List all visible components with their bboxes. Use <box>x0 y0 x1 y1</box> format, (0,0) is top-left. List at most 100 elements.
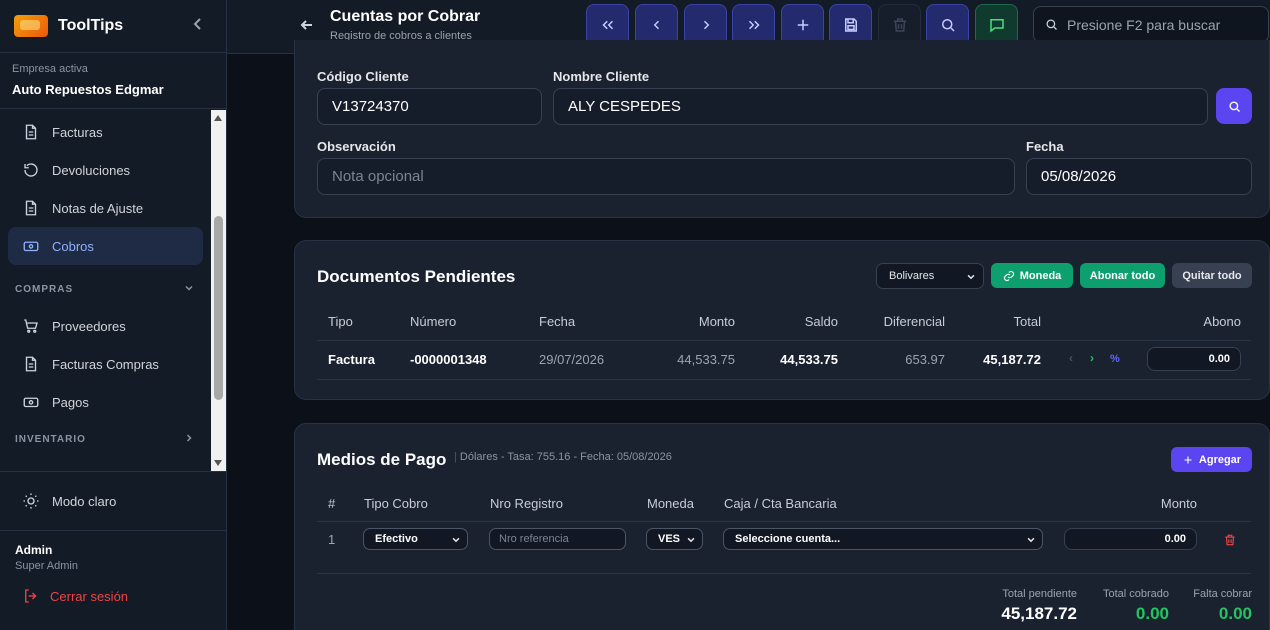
sidebar-item-label: Devoluciones <box>52 162 131 178</box>
sidebar-footer: Modo claro Admin Super Admin Cerrar sesi… <box>0 471 226 605</box>
client-name-input[interactable]: ALY CESPEDES <box>553 88 1208 125</box>
sidebar-item-devoluciones[interactable]: Devoluciones <box>8 151 203 189</box>
scroll-down-arrow-icon[interactable] <box>214 460 222 466</box>
payment-methods-panel: Medios de Pago | Dólares - Tasa: 755.16 … <box>294 423 1270 630</box>
moneda-button[interactable]: Moneda <box>991 263 1073 288</box>
client-search-button[interactable] <box>1216 88 1252 124</box>
observation-input[interactable]: Nota opcional <box>317 158 1015 195</box>
add-payment-button[interactable]: Agregar <box>1171 447 1252 472</box>
theme-toggle[interactable]: Modo claro <box>0 471 226 531</box>
section-label: COMPRAS <box>15 283 74 295</box>
nro-registro-input[interactable]: Nro referencia <box>489 528 626 550</box>
delete-payment-button[interactable] <box>1223 533 1237 547</box>
sidebar-item-cobros[interactable]: Cobros <box>8 227 203 265</box>
date-label: Fecha <box>1026 139 1064 154</box>
caja-select[interactable]: Seleccione cuenta... <box>723 528 1043 550</box>
monto-input[interactable]: 0.00 <box>1064 528 1197 550</box>
sidebar-item-pagos[interactable]: Pagos <box>8 383 203 421</box>
user-role: Super Admin <box>15 560 78 572</box>
client-form-panel: Código Cliente V13724370 Nombre Cliente … <box>294 40 1270 218</box>
col-header-numero: Número <box>410 314 457 329</box>
abono-input[interactable]: 0.00 <box>1147 347 1241 371</box>
logout-label: Cerrar sesión <box>50 588 129 604</box>
sidebar-section-inventario[interactable]: INVENTARIO <box>0 421 211 457</box>
abonar-todo-button[interactable]: Abonar todo <box>1080 263 1165 288</box>
logout-button[interactable]: Cerrar sesión <box>0 587 226 605</box>
sidebar-item-proveedores[interactable]: Proveedores <box>8 307 203 345</box>
payment-methods-title: Medios de Pago <box>317 450 447 469</box>
col-header-diferencial: Diferencial <box>883 314 945 329</box>
sidebar-item-label: Facturas <box>52 124 103 140</box>
global-search[interactable] <box>1033 6 1269 43</box>
sidebar-item-label: Facturas Compras <box>52 356 159 372</box>
company-label: Empresa activa <box>12 63 88 75</box>
back-button[interactable] <box>299 17 315 33</box>
sidebar-scrollbar[interactable] <box>211 110 226 471</box>
scroll-up-arrow-icon[interactable] <box>214 115 222 121</box>
increase-abono-button[interactable]: › <box>1090 351 1094 365</box>
client-code-input[interactable]: V13724370 <box>317 88 542 125</box>
sun-icon <box>23 493 39 509</box>
col-header-tipo-cobro: Tipo Cobro <box>364 496 428 511</box>
cell-numero: -0000001348 <box>410 352 487 367</box>
scrollbar-thumb[interactable] <box>214 216 223 400</box>
quitar-todo-button[interactable]: Quitar todo <box>1172 263 1252 288</box>
section-label: INVENTARIO <box>15 433 86 445</box>
date-input[interactable]: 05/08/2026 <box>1026 158 1252 195</box>
user-info: Admin Super Admin <box>0 531 226 581</box>
table-divider <box>317 379 1251 380</box>
sidebar-item-facturas[interactable]: Facturas <box>8 113 203 151</box>
sidebar-item-label: Notas de Ajuste <box>52 200 144 216</box>
col-header-moneda: Moneda <box>647 496 694 511</box>
moneda-button-label: Moneda <box>1019 269 1062 282</box>
chevron-down-icon <box>1027 537 1035 543</box>
percent-abono-button[interactable]: % <box>1110 353 1120 365</box>
add-payment-label: Agregar <box>1198 453 1242 466</box>
plus-icon <box>797 19 808 31</box>
col-header-saldo: Saldo <box>804 314 838 329</box>
currency-select[interactable]: Bolivares <box>876 263 984 289</box>
collapse-sidebar-icon[interactable] <box>190 14 206 34</box>
cell-tipo: Factura <box>328 352 375 367</box>
search-icon <box>1228 100 1240 112</box>
search-icon <box>1046 19 1057 30</box>
total-pendiente-value: 45,187.72 <box>1001 604 1077 623</box>
table-divider <box>317 340 1251 341</box>
moneda-value: VES <box>658 533 681 545</box>
user-name: Admin <box>15 543 53 557</box>
chevron-down-icon <box>967 274 975 280</box>
tipo-cobro-select[interactable]: Efectivo <box>363 528 468 550</box>
logout-icon <box>25 589 37 603</box>
exchange-rate-info: | Dólares - Tasa: 755.16 - Fecha: 05/08/… <box>454 451 672 463</box>
page-title: Cuentas por Cobrar <box>330 8 481 25</box>
chevron-right-icon <box>703 20 709 30</box>
plus-icon <box>1184 456 1192 463</box>
cell-diferencial: 653.97 <box>905 352 945 367</box>
arrow-left-icon <box>300 20 312 30</box>
observation-label: Observación <box>317 139 396 154</box>
sidebar-item-label: Cobros <box>52 238 94 254</box>
col-header-nro-registro: Nro Registro <box>490 496 563 511</box>
banknote-icon <box>23 397 39 408</box>
table-divider <box>317 573 1251 574</box>
search-input[interactable] <box>1067 16 1247 33</box>
chevron-right-icon <box>186 434 192 442</box>
pending-documents-panel: Documentos Pendientes Bolivares Moneda A… <box>294 240 1270 400</box>
chevron-down-icon <box>687 537 695 543</box>
banknote-icon <box>23 241 39 252</box>
col-header-number: # <box>328 496 336 511</box>
decrease-abono-button[interactable]: ‹ <box>1069 351 1073 365</box>
link-icon <box>1003 270 1014 281</box>
chevrons-right-icon <box>748 20 760 30</box>
moneda-select[interactable]: VES <box>646 528 703 550</box>
sidebar-section-compras[interactable]: COMPRAS <box>0 271 211 307</box>
client-name-label: Nombre Cliente <box>553 69 650 84</box>
chevron-left-icon <box>653 20 659 30</box>
undo-icon <box>24 163 38 177</box>
save-icon <box>844 18 857 32</box>
search-icon <box>941 19 955 32</box>
sidebar-item-notas-ajuste[interactable]: Notas de Ajuste <box>8 189 203 227</box>
sidebar-item-facturas-compras[interactable]: Facturas Compras <box>8 345 203 383</box>
pending-documents-title: Documentos Pendientes <box>317 267 516 286</box>
total-cobrado-value: 0.00 <box>1135 604 1169 623</box>
